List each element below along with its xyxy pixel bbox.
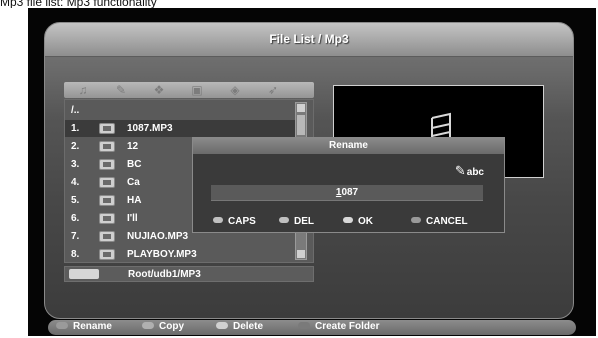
ok-button[interactable]: OK xyxy=(343,216,373,227)
caps-label: CAPS xyxy=(228,216,256,227)
mp3-file-icon xyxy=(99,141,115,152)
path-bar: Root/udb1/MP3 xyxy=(64,266,314,282)
title-bar: File List / Mp3 xyxy=(45,23,573,57)
input-mode-indicator[interactable]: ✎abc xyxy=(455,163,484,179)
mp3-file-icon xyxy=(99,231,115,242)
ok-color-key-icon xyxy=(343,217,353,223)
row-index: 6. xyxy=(71,213,80,224)
file-name: NUJIAO.MP3 xyxy=(127,231,189,242)
mp3-file-icon xyxy=(99,177,115,188)
file-list-window: File List / Mp3 ♫ ✎ ❖ ▣ ◈ ➶ /.. 1. 1087.… xyxy=(44,22,574,319)
color-key-bar: Rename Copy Delete Create Folder xyxy=(48,320,576,335)
photo-icon[interactable]: ✎ xyxy=(112,83,130,97)
row-index: 5. xyxy=(71,195,80,206)
scroll-up-arrow-icon[interactable] xyxy=(297,104,305,112)
mp3-file-icon xyxy=(99,249,115,260)
caption-text: Mp3 file list: Mp3 functionality xyxy=(0,0,157,8)
row-index: 2. xyxy=(71,141,80,152)
mp3-file-icon xyxy=(99,195,115,206)
cancel-button[interactable]: CANCEL xyxy=(411,216,468,227)
scroll-thumb[interactable] xyxy=(297,115,305,135)
input-mode-label: abc xyxy=(466,167,484,178)
rename-key-label: Rename xyxy=(73,321,112,332)
red-key-icon xyxy=(56,322,68,329)
delete-key[interactable]: Delete xyxy=(216,321,263,332)
file-name: PLAYBOY.MP3 xyxy=(127,249,197,260)
current-path: Root/udb1/MP3 xyxy=(128,269,201,280)
copy-key[interactable]: Copy xyxy=(142,321,184,332)
list-item[interactable]: 1. 1087.MP3 xyxy=(65,120,295,137)
delete-key-label: Delete xyxy=(233,321,264,332)
mp3-file-icon xyxy=(99,159,115,170)
blue-key-icon xyxy=(298,322,310,329)
music-icon[interactable]: ♫ xyxy=(74,83,92,97)
del-color-key-icon xyxy=(279,217,289,223)
create-folder-key[interactable]: Create Folder xyxy=(298,321,379,332)
usb-drive-icon xyxy=(69,269,99,279)
mp3-file-icon xyxy=(99,213,115,224)
rename-input[interactable]: 1087 xyxy=(211,185,483,201)
row-index: 1. xyxy=(71,123,80,134)
file-name: HA xyxy=(127,195,142,206)
scroll-down-arrow-icon[interactable] xyxy=(297,250,305,258)
file-name: 12 xyxy=(127,141,139,152)
file-name: 1087.MP3 xyxy=(127,123,173,134)
settings-icon[interactable]: ➶ xyxy=(264,83,282,97)
rename-dialog: Rename ✎abc 1087 CAPS DEL OK CANCEL xyxy=(192,137,505,233)
del-button[interactable]: DEL xyxy=(279,216,314,227)
media-type-toolbar: ♫ ✎ ❖ ▣ ◈ ➶ xyxy=(64,82,314,98)
green-key-icon xyxy=(142,322,154,329)
file-icon[interactable]: ◈ xyxy=(226,83,244,97)
top-cropped-caption: Mp3 file list: Mp3 functionality xyxy=(0,0,260,8)
row-index: 3. xyxy=(71,159,80,170)
pencil-icon: ✎ xyxy=(454,163,466,178)
tv-screen: File List / Mp3 ♫ ✎ ❖ ▣ ◈ ➶ /.. 1. 1087.… xyxy=(28,8,596,336)
row-index: /.. xyxy=(71,105,80,116)
folder-icon[interactable]: ▣ xyxy=(188,83,206,97)
copy-key-label: Copy xyxy=(159,321,184,332)
cancel-label: CANCEL xyxy=(426,216,468,227)
cancel-color-key-icon xyxy=(411,217,421,223)
dialog-options: CAPS DEL OK CANCEL xyxy=(213,216,493,230)
row-index: 7. xyxy=(71,231,80,242)
input-rest: 087 xyxy=(341,187,359,198)
list-item-parent[interactable]: /.. xyxy=(65,102,295,119)
window-title: File List / Mp3 xyxy=(269,32,349,46)
list-item[interactable]: 8. PLAYBOY.MP3 xyxy=(65,246,295,263)
mp3-file-icon xyxy=(99,123,115,134)
row-index: 8. xyxy=(71,249,80,260)
dialog-title: Rename xyxy=(193,138,504,154)
file-name: I'll xyxy=(127,213,138,224)
ok-label: OK xyxy=(358,216,373,227)
caps-color-key-icon xyxy=(213,217,223,223)
video-icon[interactable]: ❖ xyxy=(150,83,168,97)
del-label: DEL xyxy=(294,216,314,227)
caps-button[interactable]: CAPS xyxy=(213,216,256,227)
rename-key[interactable]: Rename xyxy=(56,321,112,332)
file-name: BC xyxy=(127,159,142,170)
file-name: Ca xyxy=(127,177,140,188)
create-folder-key-label: Create Folder xyxy=(315,321,380,332)
row-index: 4. xyxy=(71,177,80,188)
yellow-key-icon xyxy=(216,322,228,329)
